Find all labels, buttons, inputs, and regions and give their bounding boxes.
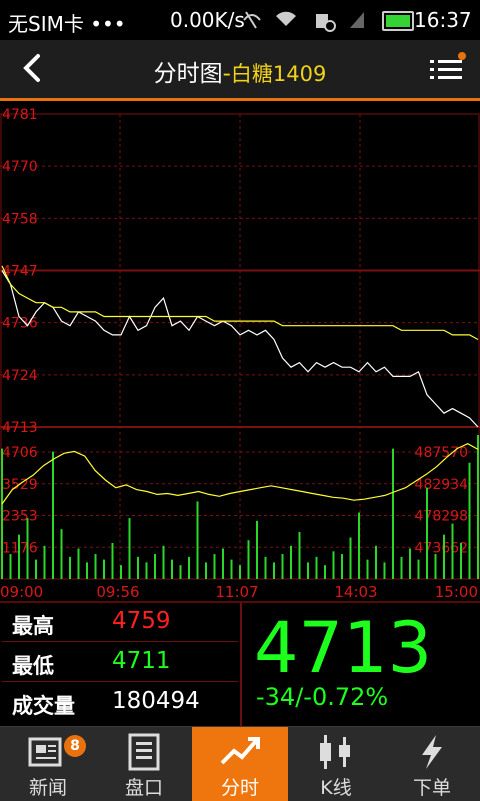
tab-label: K线 bbox=[320, 777, 352, 799]
order-book-icon bbox=[128, 733, 160, 771]
app-header: 分时图-白糖1409 bbox=[0, 40, 480, 101]
battery-icon bbox=[382, 11, 414, 31]
price-tick-label: 4770 bbox=[2, 159, 38, 175]
time-axis-label: 09:56 bbox=[96, 583, 139, 601]
time-axis-label: 15:00 bbox=[435, 583, 478, 601]
open-interest-tick-label: 482934 bbox=[415, 477, 469, 493]
high-label: 最高 bbox=[12, 614, 54, 638]
timeshare-chart-icon bbox=[220, 737, 260, 765]
low-row: 最低 4711 bbox=[2, 643, 238, 682]
status-icons bbox=[240, 8, 370, 37]
net-speed: 0.00K/s bbox=[170, 8, 245, 32]
divider bbox=[240, 603, 242, 727]
tab-label: 新闻 bbox=[28, 777, 67, 799]
low-label: 最低 bbox=[12, 654, 54, 678]
lightning-icon bbox=[422, 735, 442, 769]
chart-frame bbox=[0, 113, 480, 580]
volume-tick-label: 2353 bbox=[2, 509, 38, 525]
clock: 16:37 bbox=[414, 8, 472, 32]
carrier-text: 无SIM卡 ••• bbox=[8, 12, 126, 36]
last-price: 4713 bbox=[254, 607, 433, 689]
time-axis-label: 09:00 bbox=[0, 583, 43, 601]
news-icon bbox=[28, 737, 62, 767]
status-bar: 无SIM卡 ••• 0.00K/s 16:37 bbox=[0, 0, 480, 40]
tab-news[interactable]: 8 新闻 bbox=[0, 727, 96, 801]
tab-kline[interactable]: K线 bbox=[288, 727, 384, 801]
chart-canvas: 47814770475847474736472447134706 48757035… bbox=[0, 107, 480, 601]
tab-label: 下单 bbox=[412, 777, 451, 799]
open-interest-tick-label: 473662 bbox=[415, 540, 468, 556]
timeshare-chart[interactable]: 4781 4770 4758 4747 4736 4724 4713 4706 487570 35… bbox=[0, 101, 480, 601]
price-tick-label: 4713 bbox=[2, 420, 38, 436]
title-separator: - bbox=[222, 61, 231, 87]
bottom-tab-bar: 8 新闻 盘口 分时 K线 下单 bbox=[0, 726, 480, 801]
time-axis-label: 14:03 bbox=[334, 583, 377, 601]
low-value: 4711 bbox=[112, 648, 171, 674]
page-title: 分时图-白糖1409 bbox=[0, 54, 480, 88]
volume-row: 成交量 180494 bbox=[2, 683, 238, 721]
quote-info-panel: 最高 4759 最低 4711 成交量 180494 4713 -34/-0.7… bbox=[0, 601, 480, 727]
menu-icon[interactable] bbox=[430, 52, 466, 84]
price-change: -34/-0.72% bbox=[256, 683, 389, 711]
open-interest-tick-label: 478298 bbox=[415, 509, 468, 525]
volume-tick-label: 4706 bbox=[2, 445, 38, 461]
price-tick-label: 4758 bbox=[2, 211, 38, 227]
time-axis-label: 11:07 bbox=[215, 583, 258, 601]
title-text: 分时图 bbox=[153, 61, 223, 87]
price-tick-label: 4724 bbox=[2, 368, 38, 384]
tab-label: 盘口 bbox=[124, 777, 163, 799]
tab-order-book[interactable]: 盘口 bbox=[96, 727, 192, 801]
signal-wifi-icons bbox=[243, 11, 364, 32]
tab-label: 分时 bbox=[220, 777, 259, 799]
volume-value: 180494 bbox=[112, 688, 200, 714]
tab-timeshare[interactable]: 分时 bbox=[192, 727, 288, 801]
high-value: 4759 bbox=[112, 608, 171, 634]
news-badge: 8 bbox=[64, 735, 86, 757]
volume-label: 成交量 bbox=[12, 694, 75, 718]
contract-symbol: 白糖1409 bbox=[230, 62, 327, 86]
candlestick-icon bbox=[320, 735, 350, 769]
price-tick-label: 4781 bbox=[2, 107, 38, 123]
tab-place-order[interactable]: 下单 bbox=[384, 727, 480, 801]
high-row: 最高 4759 bbox=[2, 603, 238, 642]
